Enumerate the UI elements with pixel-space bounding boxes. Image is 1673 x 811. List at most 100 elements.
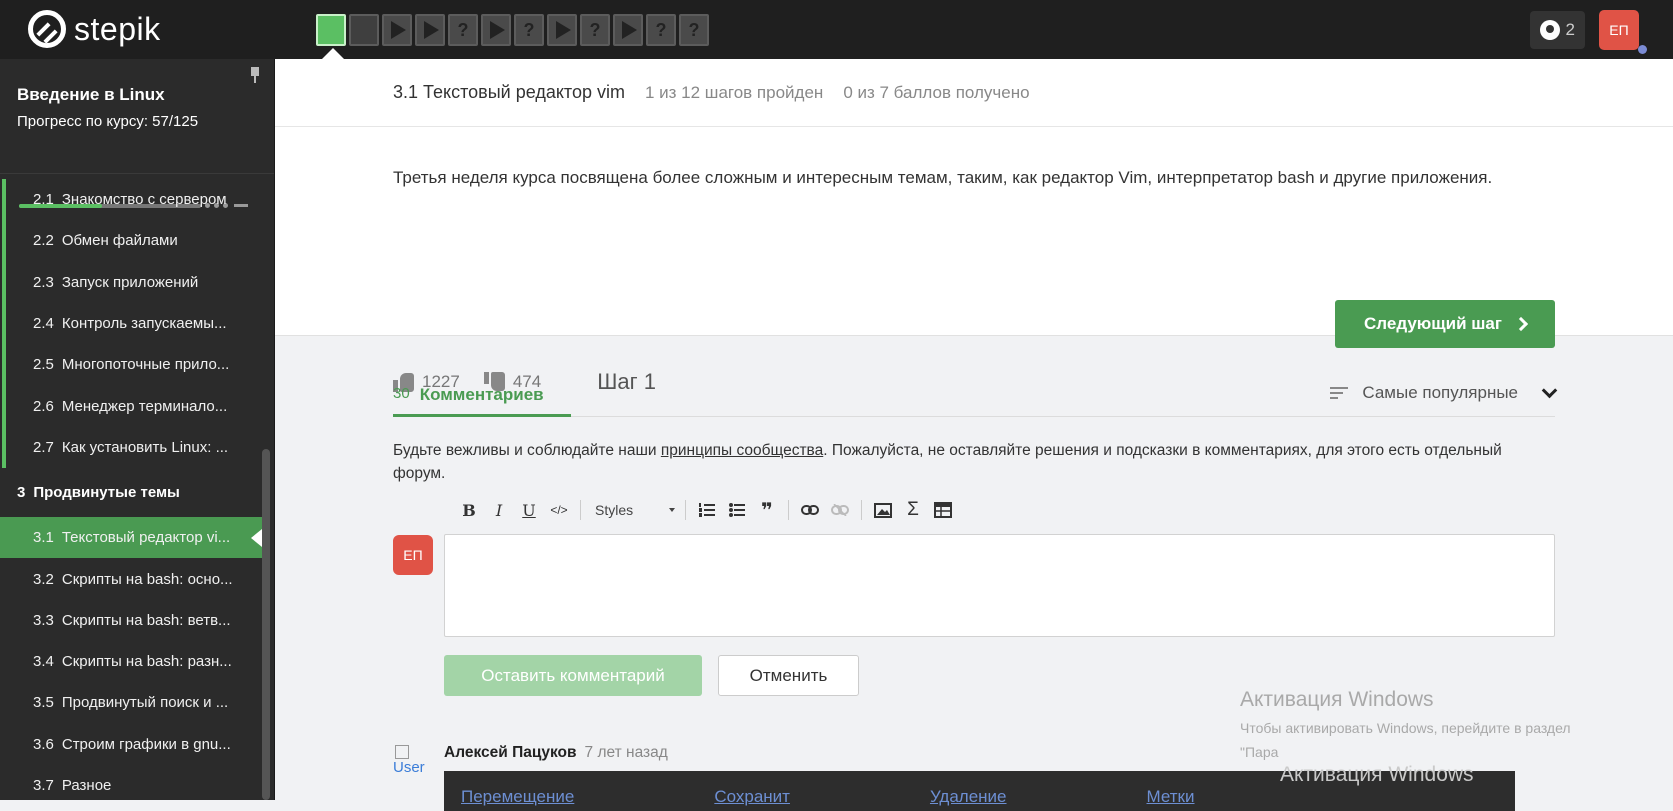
- lesson-title: 3.1 Текстовый редактор vim: [393, 82, 625, 102]
- community-rules-link[interactable]: принципы сообщества: [661, 442, 823, 459]
- sort-icon: [1330, 386, 1349, 400]
- formula-button[interactable]: Σ: [898, 497, 928, 523]
- lesson-list: 2.1 Знакомство с сервером 2.2 Обмен файлами…: [0, 179, 262, 800]
- lesson-title: Как установить Linux: ...: [61, 438, 229, 456]
- windows-activation-watermark: Активация Windows Чтобы активировать Win…: [1240, 688, 1571, 786]
- step-5[interactable]: ?: [448, 14, 478, 46]
- table-header-cell[interactable]: Метки: [1147, 787, 1195, 807]
- comment-editor[interactable]: [444, 534, 1555, 637]
- quote-button[interactable]: ❞: [752, 497, 782, 523]
- sort-dropdown[interactable]: Самые популярные: [1330, 382, 1558, 403]
- community-rules-text: Будьте вежливы и соблюдайте наши принцип…: [393, 442, 1502, 482]
- image-button[interactable]: [868, 497, 898, 523]
- notifications-button[interactable]: 2: [1529, 11, 1585, 49]
- steps-passed: 1 из 12 шагов пройден: [644, 82, 824, 102]
- sidebar-lesson-2-2[interactable]: 2.2 Обмен файлами: [0, 220, 262, 262]
- bold-button[interactable]: B: [454, 497, 484, 523]
- cancel-button[interactable]: Отменить: [718, 655, 859, 696]
- sidebar-scrollbar[interactable]: [262, 449, 270, 800]
- table-header-cell[interactable]: Сохранит: [714, 787, 790, 807]
- step-10[interactable]: [613, 14, 643, 46]
- lesson-title: Контроль запускаемы...: [61, 315, 227, 333]
- table-header-cell[interactable]: Перемещение: [461, 787, 574, 807]
- quiz-step-icon: ?: [688, 19, 700, 40]
- step-6[interactable]: [481, 14, 511, 46]
- course-header: Введение в Linux Прогресс по курсу: 57/1…: [0, 59, 274, 174]
- comment-author-name[interactable]: Алексей Пацуков: [444, 744, 577, 761]
- sidebar-lesson-3-1[interactable]: 3.1 Текстовый редактор vi...: [0, 517, 262, 559]
- next-step-button[interactable]: Следующий шаг: [1335, 300, 1555, 348]
- lesson-title: Скрипты на bash: ветв...: [61, 611, 231, 629]
- lesson-title: Скрипты на bash: разн...: [61, 653, 232, 671]
- styles-select[interactable]: Styles: [587, 497, 679, 523]
- lesson-title: Продвинутый поиск и ...: [61, 694, 229, 712]
- video-step-icon: [424, 21, 439, 39]
- step-3[interactable]: [382, 14, 412, 46]
- link-button[interactable]: [795, 497, 825, 523]
- caret-down-icon: [669, 508, 675, 512]
- lesson-number: 2.6: [33, 397, 54, 415]
- sidebar-lesson-3-4[interactable]: 3.4 Скрипты на bash: разн...: [0, 641, 262, 682]
- comment-author-avatar: ЕП: [393, 535, 433, 575]
- broken-image-icon: [395, 745, 409, 759]
- step-8[interactable]: [547, 14, 577, 46]
- sidebar-lesson-2-7[interactable]: 2.7 Как установить Linux: ...: [0, 426, 262, 469]
- sidebar-lesson-3-6[interactable]: 3.6 Строим графики в gnu...: [0, 724, 262, 765]
- step-2[interactable]: [349, 14, 379, 46]
- section-title: Продвинутые темы: [33, 484, 180, 502]
- submit-comment-button[interactable]: Оставить комментарий: [444, 655, 702, 696]
- next-step-label: Следующий шаг: [1364, 314, 1502, 333]
- lesson-number: 3.6: [33, 735, 54, 753]
- comment-time[interactable]: 7 лет назад: [585, 744, 668, 761]
- sidebar-lesson-3-2[interactable]: 3.2 Скрипты на bash: осно...: [0, 558, 262, 599]
- numbered-list-button[interactable]: [692, 497, 722, 523]
- video-step-icon: [622, 21, 637, 39]
- sidebar-lesson-2-3[interactable]: 2.3 Запуск приложений: [0, 261, 262, 303]
- table-icon: [934, 502, 952, 518]
- user-avatar[interactable]: ЕП: [1599, 10, 1647, 54]
- comment-content-table: Перемещение Сохранит Удаление Метки: [444, 771, 1515, 811]
- quiz-step-icon: ?: [457, 19, 469, 40]
- table-header-cell[interactable]: Удаление: [930, 787, 1007, 807]
- lesson-title: Скрипты на bash: осно...: [61, 570, 233, 588]
- sidebar-lesson-3-5[interactable]: 3.5 Продвинутый поиск и ...: [0, 682, 262, 723]
- sidebar-lesson-2-1[interactable]: 2.1 Знакомство с сервером: [0, 179, 262, 221]
- sidebar-section-3[interactable]: 3 Продвинутые темы: [0, 468, 262, 517]
- video-step-icon: [391, 21, 406, 39]
- step-11[interactable]: ?: [646, 14, 676, 46]
- step-7[interactable]: ?: [514, 14, 544, 46]
- lesson-title: Менеджер терминало...: [61, 397, 228, 415]
- lesson-header: 3.1 Текстовый редактор vim 1 из 12 шагов…: [275, 59, 1673, 127]
- step-12[interactable]: ?: [679, 14, 709, 46]
- step-9[interactable]: ?: [580, 14, 610, 46]
- points-earned: 0 из 7 баллов получено: [843, 82, 1030, 102]
- comment-author: Алексей Пацуков 7 лет назад: [444, 744, 668, 762]
- lesson-number: 2.7: [33, 438, 54, 456]
- underline-button[interactable]: U: [514, 497, 544, 523]
- sidebar-lesson-2-4[interactable]: 2.4 Контроль запускаемы...: [0, 302, 262, 345]
- lesson-number: 3.5: [33, 694, 54, 712]
- pin-icon[interactable]: [249, 67, 261, 83]
- bullet-list-button[interactable]: [722, 497, 752, 523]
- sidebar-lesson-2-5[interactable]: 2.5 Многопоточные прило...: [0, 344, 262, 386]
- tab-comments[interactable]: 30 Комментариев: [393, 377, 544, 417]
- course-title[interactable]: Введение в Linux: [17, 85, 257, 105]
- quiz-step-icon: ?: [523, 19, 535, 40]
- italic-button[interactable]: I: [484, 497, 514, 523]
- lesson-title: Текстовый редактор vi...: [61, 529, 231, 547]
- numbered-list-icon: [699, 503, 715, 517]
- commenter-avatar[interactable]: User: [393, 745, 433, 785]
- lesson-number: 3.1: [33, 529, 54, 547]
- sidebar-lesson-3-7[interactable]: 3.7 Разное: [0, 765, 262, 800]
- stepik-logo[interactable]: stepik: [28, 10, 161, 48]
- table-button[interactable]: [928, 497, 958, 523]
- status-dot: [1638, 45, 1647, 54]
- step-1[interactable]: [316, 14, 346, 46]
- sidebar-lesson-3-3[interactable]: 3.3 Скрипты на bash: ветв...: [0, 600, 262, 641]
- top-bar: stepik ????? 2 ЕП: [0, 0, 1673, 59]
- step-4[interactable]: [415, 14, 445, 46]
- code-button[interactable]: </>: [544, 497, 574, 523]
- watermark-subtitle-2: "Пара: [1240, 744, 1279, 760]
- sidebar-lesson-2-6[interactable]: 2.6 Менеджер терминало...: [0, 385, 262, 427]
- unlink-button[interactable]: [825, 497, 855, 523]
